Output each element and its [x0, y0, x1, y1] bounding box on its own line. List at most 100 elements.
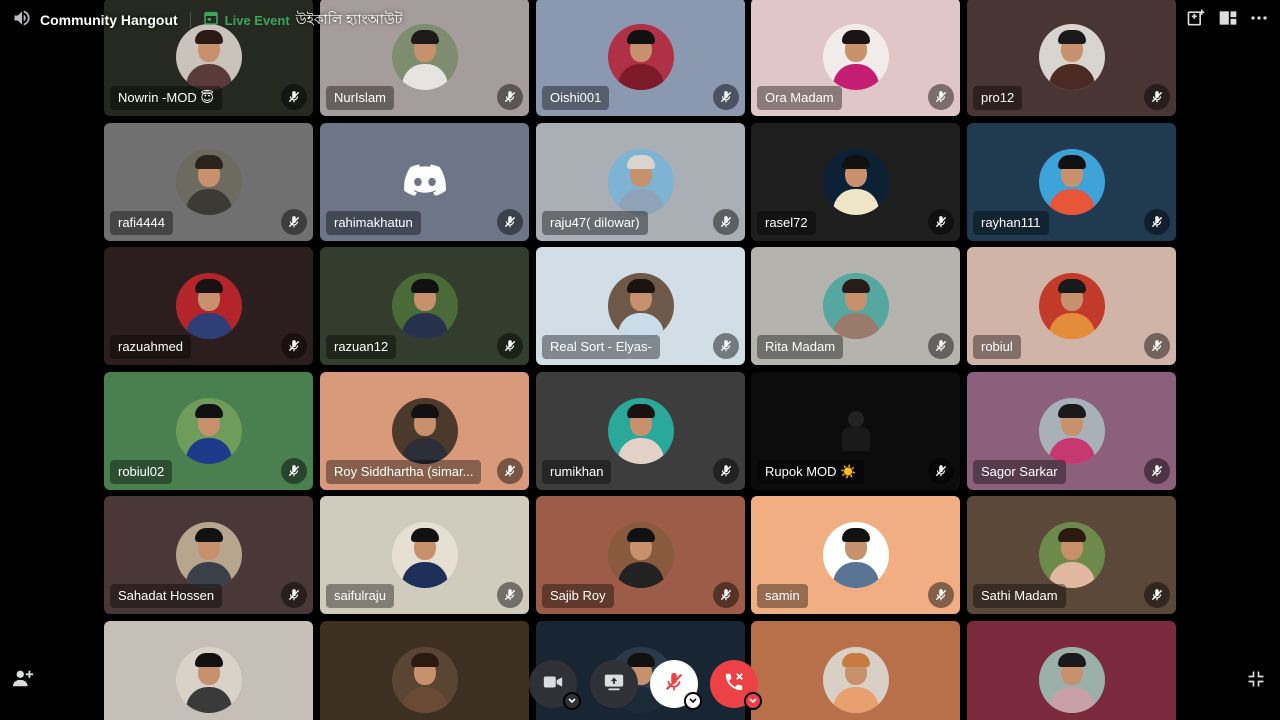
participant-tile[interactable]: pro12 — [967, 0, 1176, 116]
participant-tile[interactable]: rayhan111 — [967, 123, 1176, 241]
participant-tile[interactable]: Sathi Madam — [967, 496, 1176, 614]
participant-name: rumikhan — [542, 460, 612, 484]
mic-muted-icon — [928, 333, 954, 359]
participant-name: razuahmed — [110, 335, 192, 359]
mic-muted-icon — [281, 458, 307, 484]
mic-muted-icon — [1144, 582, 1170, 608]
avatar — [822, 24, 889, 90]
participant-tile[interactable]: Sagor Sarkar — [967, 372, 1176, 490]
participant-tile[interactable]: robiul — [967, 247, 1176, 365]
avatar — [1038, 522, 1105, 588]
avatar — [1038, 24, 1105, 90]
participant-name: rasel72 — [757, 211, 816, 235]
screen-share-button[interactable] — [590, 660, 638, 708]
mic-toggle-button[interactable] — [650, 660, 702, 710]
mic-options-chevron-icon[interactable] — [684, 692, 702, 710]
participant-tile[interactable]: raju47( dilowar) — [536, 123, 745, 241]
participant-name: Rupok MOD ☀️ — [757, 460, 865, 484]
live-event-label[interactable]: Live Event — [225, 13, 290, 28]
participant-tile[interactable]: Real Sort - Elyas- — [536, 247, 745, 365]
mic-muted-icon — [497, 333, 523, 359]
minimize-fullscreen-icon[interactable] — [1246, 669, 1266, 694]
mic-muted-icon — [928, 458, 954, 484]
participant-tile[interactable]: Rita Madam — [751, 247, 960, 365]
mic-muted-icon — [663, 671, 685, 698]
participant-name: pro12 — [973, 86, 1023, 110]
call-controls — [0, 660, 1280, 710]
avatar — [175, 273, 242, 339]
participant-tile[interactable]: rumikhan — [536, 372, 745, 490]
avatar — [175, 24, 242, 90]
participant-tile[interactable]: razuahmed — [104, 247, 313, 365]
participant-name: robiul02 — [110, 460, 173, 484]
participant-name: Rita Madam — [757, 335, 844, 359]
mic-muted-icon — [928, 209, 954, 235]
avatar — [822, 149, 889, 215]
avatar — [607, 149, 674, 215]
avatar — [175, 149, 242, 215]
calendar-icon — [203, 10, 219, 31]
participant-tile[interactable]: Sahadat Hossen — [104, 496, 313, 614]
participant-tile[interactable]: Rupok MOD ☀️ — [751, 372, 960, 490]
participant-tile[interactable]: rasel72 — [751, 123, 960, 241]
mic-muted-icon — [713, 458, 739, 484]
participant-tile[interactable]: rafi4444 — [104, 123, 313, 241]
camera-button[interactable] — [529, 660, 581, 710]
mic-muted-icon — [497, 458, 523, 484]
avatar — [607, 398, 674, 464]
add-activity-icon[interactable] — [1186, 8, 1206, 33]
participant-name: saifulraju — [326, 584, 395, 608]
invite-user-icon[interactable] — [12, 667, 34, 694]
avatar — [1038, 149, 1105, 215]
avatar — [175, 398, 242, 464]
avatar — [391, 24, 458, 90]
participant-name: rahimakhatun — [326, 211, 421, 235]
camera-icon — [542, 671, 564, 698]
mic-muted-icon — [1144, 458, 1170, 484]
participant-tile[interactable]: robiul02 — [104, 372, 313, 490]
header-actions — [1186, 8, 1268, 33]
avatar — [607, 24, 674, 90]
mic-muted-icon — [281, 84, 307, 110]
mic-muted-icon — [497, 582, 523, 608]
participant-tile[interactable]: saifulraju — [320, 496, 529, 614]
channel-header: Community Hangout Live Event উইকালি হ্যা… — [12, 8, 402, 32]
mic-muted-icon — [1144, 333, 1170, 359]
participant-tile[interactable]: Oishi001 — [536, 0, 745, 116]
mic-muted-icon — [1144, 209, 1170, 235]
channel-title: Community Hangout — [40, 12, 178, 28]
participant-tile[interactable]: razuan12 — [320, 247, 529, 365]
mic-muted-icon — [281, 209, 307, 235]
participant-tile[interactable]: rahimakhatun — [320, 123, 529, 241]
layout-grid-icon[interactable] — [1218, 8, 1238, 33]
participant-tile[interactable]: samin — [751, 496, 960, 614]
disconnect-button[interactable] — [710, 660, 762, 710]
mic-muted-icon — [497, 209, 523, 235]
speaker-icon — [12, 8, 32, 33]
participant-name: Sahadat Hossen — [110, 584, 223, 608]
participant-tile[interactable]: Roy Siddhartha (simar... — [320, 372, 529, 490]
avatar — [607, 522, 674, 588]
avatar — [822, 273, 889, 339]
avatar — [391, 522, 458, 588]
mic-muted-icon — [713, 84, 739, 110]
mic-muted-icon — [1144, 84, 1170, 110]
participant-name: rafi4444 — [110, 211, 173, 235]
event-name: উইকালি হ্যাংআউট — [295, 11, 403, 27]
mic-muted-icon — [713, 209, 739, 235]
participant-name: Nowrin -MOD 😇 — [110, 86, 222, 110]
participant-grid: Nowrin -MOD 😇 NurIslam Oishi001 Ora Madam pr… — [0, 0, 1280, 720]
avatar — [1038, 273, 1105, 339]
participant-name: Real Sort - Elyas- — [542, 335, 660, 359]
participant-tile[interactable]: Sajib Roy — [536, 496, 745, 614]
camera-options-chevron-icon[interactable] — [563, 692, 581, 710]
participant-name: Roy Siddhartha (simar... — [326, 460, 482, 484]
participant-name: samin — [757, 584, 808, 608]
participant-name: NurIslam — [326, 86, 395, 110]
screen-share-icon — [603, 671, 625, 698]
disconnect-options-chevron-icon[interactable] — [744, 692, 762, 710]
phone-disconnect-icon — [723, 671, 745, 698]
more-options-icon[interactable] — [1250, 8, 1268, 33]
participant-tile[interactable]: Ora Madam — [751, 0, 960, 116]
mic-muted-icon — [281, 333, 307, 359]
